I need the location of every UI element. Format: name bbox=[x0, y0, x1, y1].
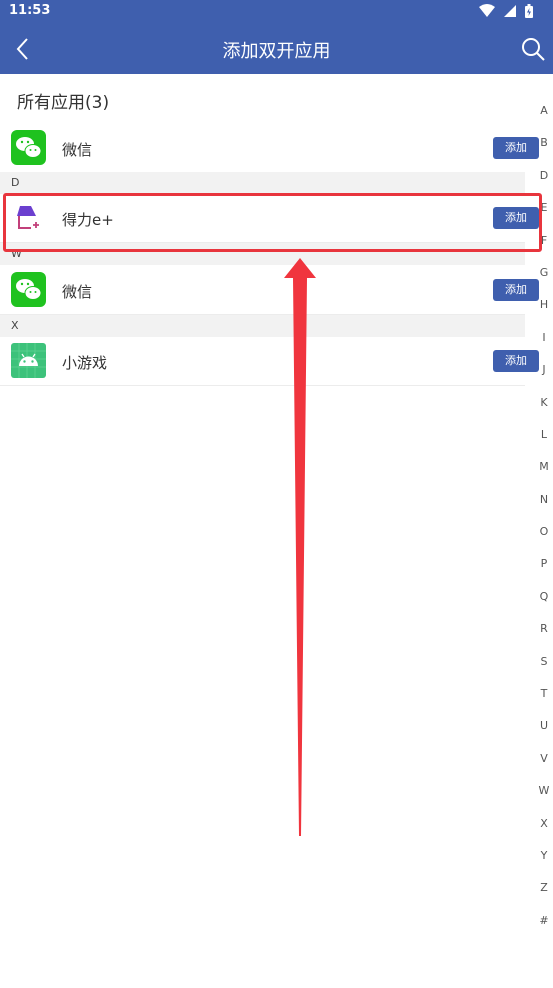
page-title: 添加双开应用 bbox=[222, 41, 331, 62]
index-letter[interactable]: M bbox=[537, 456, 551, 488]
index-letter[interactable]: J bbox=[537, 359, 551, 391]
index-letter[interactable]: T bbox=[537, 683, 551, 715]
app-name: 小游戏 bbox=[62, 354, 108, 372]
app-name: 微信 bbox=[62, 141, 93, 159]
index-letter[interactable]: K bbox=[537, 392, 551, 424]
app-bar: 添加双开应用 bbox=[0, 24, 553, 74]
index-letter[interactable]: # bbox=[537, 910, 551, 942]
index-letter[interactable]: O bbox=[537, 521, 551, 553]
wifi-icon bbox=[478, 4, 495, 17]
signal-icon bbox=[503, 5, 516, 17]
list-item: 微信 添加 bbox=[0, 124, 539, 173]
status-icons bbox=[475, 4, 533, 20]
index-letter[interactable]: P bbox=[537, 553, 551, 585]
group-letter: X bbox=[11, 319, 19, 332]
index-letter[interactable]: Y bbox=[537, 845, 551, 877]
app-name: 微信 bbox=[62, 283, 93, 301]
index-letter[interactable]: X bbox=[537, 813, 551, 845]
highlight-annotation-box bbox=[3, 193, 542, 252]
list-item: 微信 添加 bbox=[0, 266, 539, 315]
index-letter[interactable]: B bbox=[537, 132, 551, 164]
section-title: 所有应用(3) bbox=[17, 93, 110, 113]
battery-icon bbox=[525, 4, 533, 18]
index-letter[interactable]: L bbox=[537, 424, 551, 456]
group-header-x: X bbox=[0, 315, 525, 337]
index-letter[interactable]: W bbox=[537, 780, 551, 812]
status-time: 11:53 bbox=[9, 3, 51, 18]
index-letter[interactable]: Z bbox=[537, 877, 551, 909]
index-letter[interactable]: Q bbox=[537, 586, 551, 618]
add-button[interactable]: 添加 bbox=[493, 137, 539, 159]
index-letter[interactable]: R bbox=[537, 618, 551, 650]
red-arrow-annotation bbox=[284, 258, 316, 836]
search-icon[interactable] bbox=[520, 36, 546, 62]
index-letter[interactable]: S bbox=[537, 651, 551, 683]
index-letter[interactable]: V bbox=[537, 748, 551, 780]
index-letter[interactable]: I bbox=[537, 327, 551, 359]
group-letter: D bbox=[11, 176, 20, 189]
add-button[interactable]: 添加 bbox=[493, 350, 539, 372]
status-bar: 11:53 bbox=[0, 0, 553, 24]
wechat-icon bbox=[11, 272, 46, 307]
list-item: 小游戏 添加 bbox=[0, 337, 539, 386]
wechat-icon bbox=[11, 130, 46, 165]
add-button[interactable]: 添加 bbox=[493, 279, 539, 301]
android-game-icon bbox=[11, 343, 46, 378]
index-letter[interactable]: A bbox=[537, 100, 551, 132]
index-letter[interactable]: N bbox=[537, 489, 551, 521]
index-letter[interactable]: G bbox=[537, 262, 551, 294]
index-letter[interactable]: U bbox=[537, 715, 551, 747]
index-letter[interactable]: H bbox=[537, 294, 551, 326]
group-header-d: D bbox=[0, 172, 525, 194]
